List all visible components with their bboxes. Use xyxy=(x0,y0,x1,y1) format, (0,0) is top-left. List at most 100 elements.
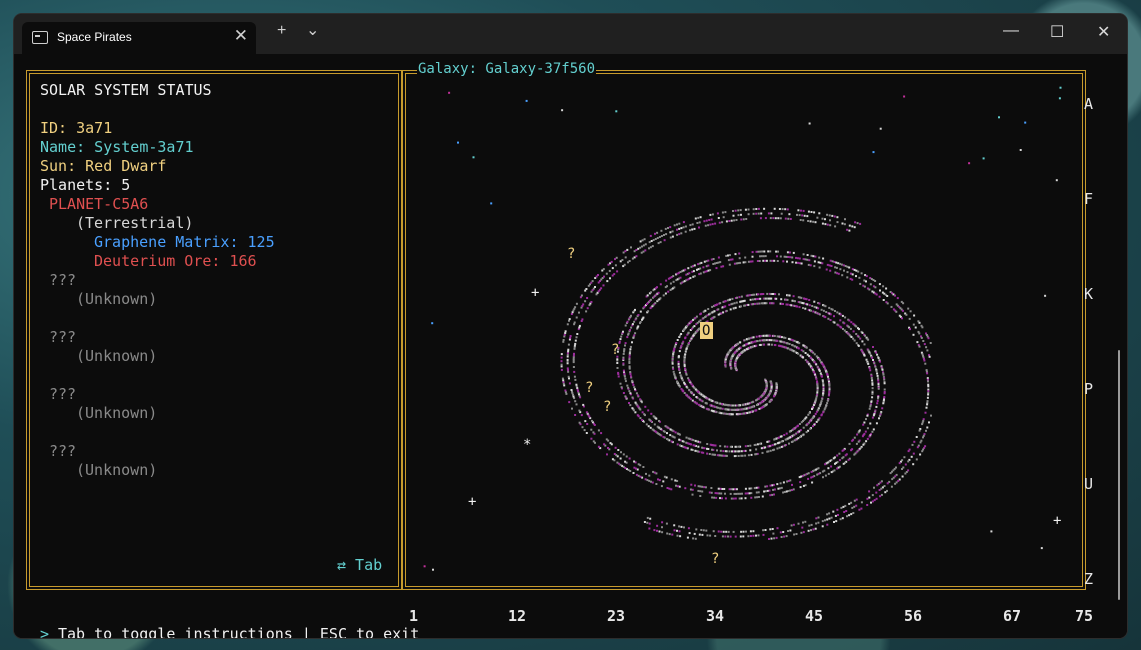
spiral-cell xyxy=(683,526,685,529)
spiral-cell xyxy=(871,392,874,395)
spiral-cell xyxy=(786,342,789,345)
spiral-cell xyxy=(780,336,783,339)
spiral-cell xyxy=(701,490,704,493)
spiral-cell xyxy=(864,334,866,337)
unknown-planet-name[interactable]: ??? xyxy=(49,442,76,461)
column-label: 67 xyxy=(1003,607,1022,625)
spiral-cell xyxy=(654,238,657,240)
spiral-cell xyxy=(773,335,776,337)
spiral-cell xyxy=(772,217,775,220)
spiral-cell xyxy=(915,436,918,438)
spiral-cell xyxy=(842,462,845,465)
unknown-system-marker[interactable]: ? xyxy=(611,342,619,358)
spiral-cell xyxy=(819,359,822,362)
unknown-system-marker[interactable]: ? xyxy=(567,246,575,262)
spiral-cell xyxy=(721,497,723,500)
spiral-cell xyxy=(701,533,704,536)
spiral-cell xyxy=(830,265,833,267)
spiral-cell xyxy=(620,386,623,389)
spiral-cell xyxy=(680,525,683,528)
spiral-cell xyxy=(660,485,663,488)
maximize-button[interactable]: ☐ xyxy=(1050,22,1064,42)
unknown-system-marker[interactable]: ? xyxy=(585,380,593,396)
spiral-cell xyxy=(564,330,567,333)
unknown-system-marker[interactable]: ? xyxy=(603,399,611,415)
spiral-cell xyxy=(673,286,676,289)
spiral-cell xyxy=(676,223,678,226)
scrollbar[interactable] xyxy=(1118,350,1120,600)
plus-marker[interactable]: + xyxy=(1053,513,1061,529)
unknown-planet-name[interactable]: ??? xyxy=(49,271,76,290)
tab-close-button[interactable]: ✕ xyxy=(234,26,248,46)
spiral-cell xyxy=(684,336,687,339)
galaxy-map[interactable]: ??????+++*O xyxy=(410,78,1074,576)
current-system-marker[interactable]: O xyxy=(702,323,710,339)
row-label: K xyxy=(1084,285,1094,303)
spiral-cell xyxy=(821,470,824,473)
spiral-cell xyxy=(631,341,633,344)
star-marker[interactable]: * xyxy=(523,437,531,453)
spiral-cell xyxy=(928,355,931,358)
spiral-cell xyxy=(836,216,839,219)
spiral-cell xyxy=(737,342,739,345)
spiral-cell xyxy=(769,449,772,452)
spiral-cell xyxy=(876,374,879,377)
spiral-cell xyxy=(740,450,743,453)
spiral-cell xyxy=(566,367,569,370)
tab-space-pirates[interactable]: Space Pirates ✕ xyxy=(22,22,256,54)
spiral-cell xyxy=(724,363,727,366)
spiral-cell xyxy=(704,309,707,312)
spiral-cell xyxy=(560,360,563,363)
spiral-cell xyxy=(878,295,881,298)
spiral-cell xyxy=(610,260,613,263)
spiral-cell xyxy=(916,446,919,449)
spiral-cell xyxy=(786,251,789,254)
tab-dropdown-button[interactable]: ⌄ xyxy=(306,20,319,40)
spiral-cell xyxy=(750,492,753,495)
spiral-cell xyxy=(578,311,580,314)
spiral-cell xyxy=(603,443,606,446)
spiral-cell xyxy=(764,339,767,342)
spiral-cell xyxy=(600,432,603,435)
spiral-cell xyxy=(769,250,772,253)
spiral-cell xyxy=(826,399,829,402)
plus-marker[interactable]: + xyxy=(468,494,476,510)
spiral-cell xyxy=(783,444,786,447)
spiral-cell xyxy=(873,486,875,489)
spiral-cell xyxy=(723,445,726,448)
spiral-cell xyxy=(756,443,759,446)
spiral-cell xyxy=(656,286,658,289)
spiral-cell xyxy=(650,240,653,242)
spiral-cell xyxy=(642,250,645,253)
spiral-cell xyxy=(602,284,605,287)
unknown-planet-name[interactable]: ??? xyxy=(49,385,76,404)
plus-marker[interactable]: + xyxy=(531,285,539,301)
spiral-cell xyxy=(756,496,759,499)
spiral-cell xyxy=(663,475,666,478)
spiral-cell xyxy=(779,482,782,485)
spiral-cell xyxy=(770,297,773,300)
background-star xyxy=(879,127,882,130)
spiral-cell xyxy=(848,266,851,269)
window-close-button[interactable]: ✕ xyxy=(1097,22,1110,42)
spiral-cell xyxy=(573,352,575,355)
spiral-cell xyxy=(747,208,750,211)
planet-name[interactable]: PLANET-C5A6 xyxy=(49,195,148,214)
spiral-cell xyxy=(883,378,886,381)
unknown-system-marker[interactable]: ? xyxy=(711,551,719,567)
spiral-cell xyxy=(915,458,918,461)
minimize-button[interactable]: — xyxy=(1003,22,1019,40)
spiral-cell xyxy=(918,332,921,335)
spiral-cell xyxy=(755,344,758,347)
new-tab-button[interactable]: + xyxy=(277,22,286,40)
spiral-cell xyxy=(699,267,702,270)
spiral-cell xyxy=(731,302,734,305)
spiral-cell xyxy=(886,295,889,297)
tab-hint[interactable]: ⇄ Tab xyxy=(337,556,382,575)
spiral-cell xyxy=(630,375,632,378)
unknown-planet-name[interactable]: ??? xyxy=(49,328,76,347)
spiral-cell xyxy=(788,294,791,297)
spiral-cell xyxy=(836,311,839,314)
spiral-cell xyxy=(831,260,834,263)
spiral-cell xyxy=(883,392,886,395)
